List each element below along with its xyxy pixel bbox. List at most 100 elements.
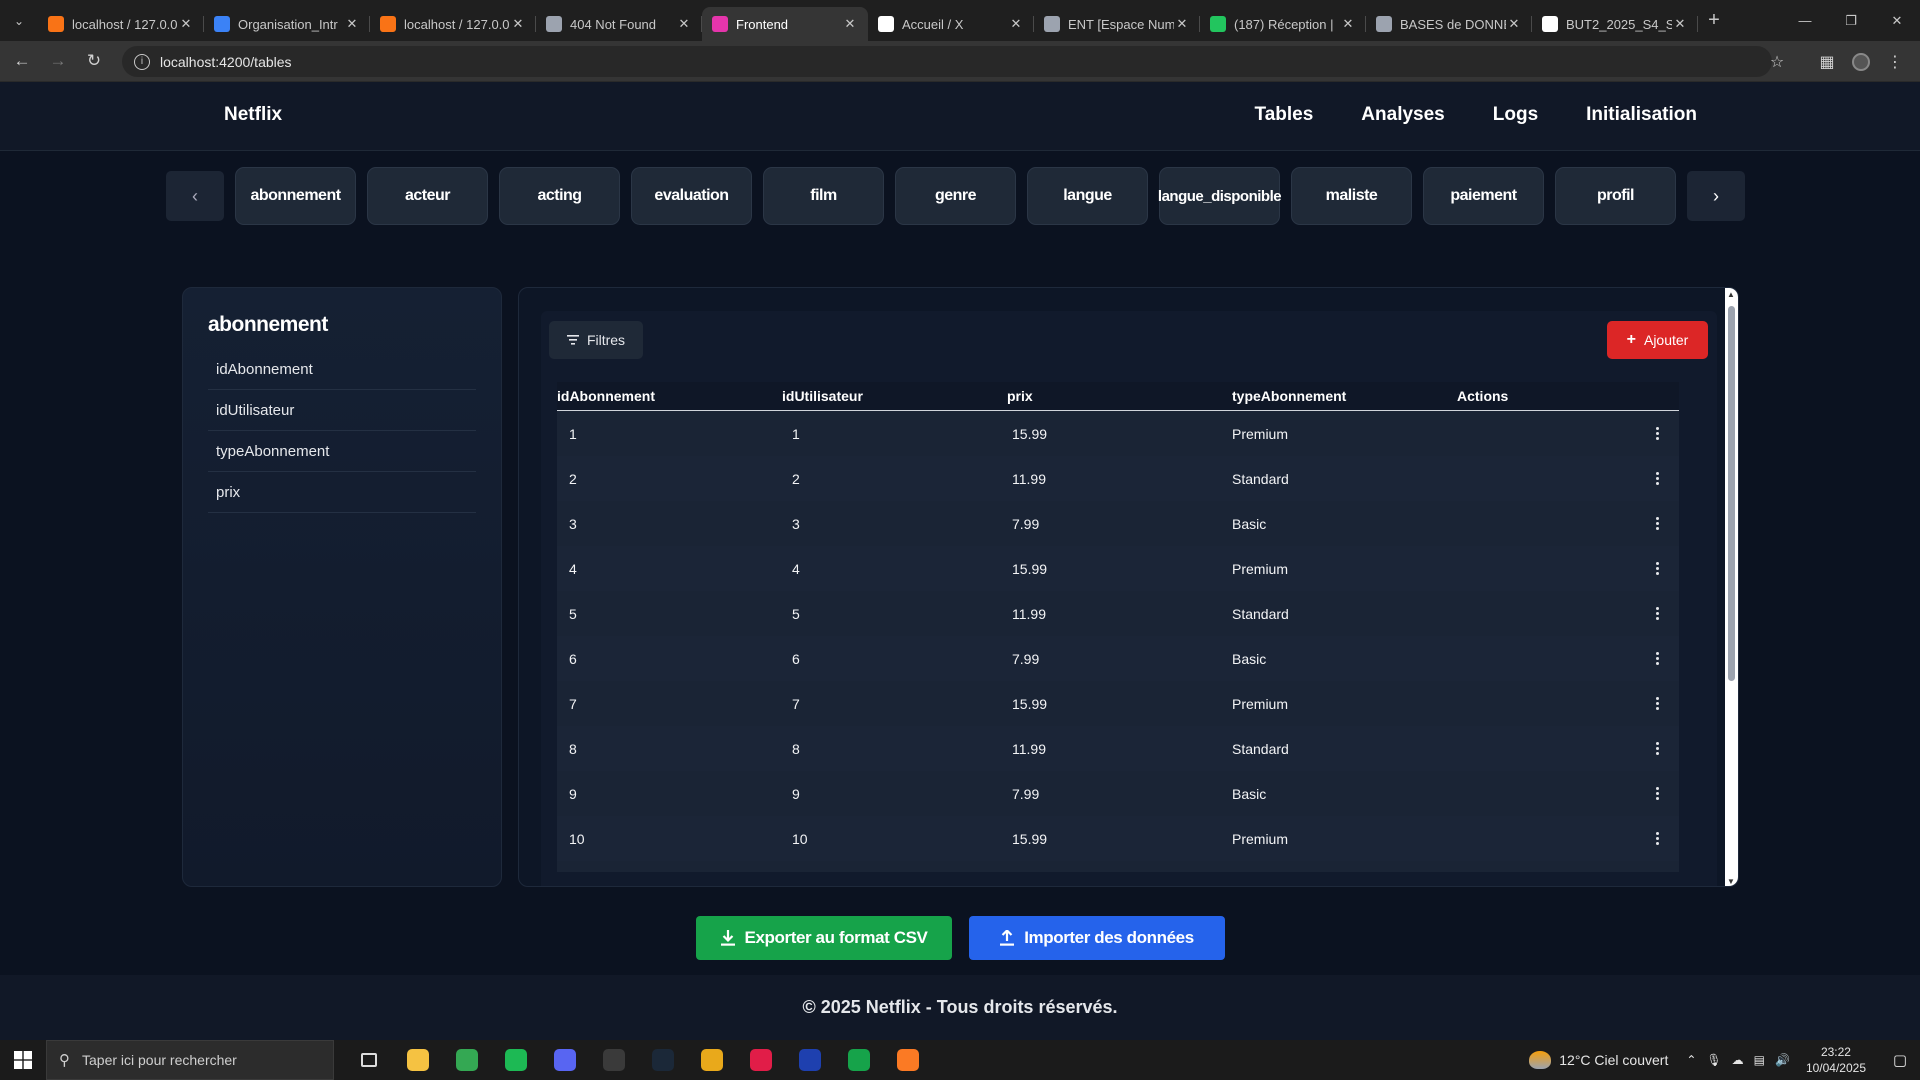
new-tab-button[interactable]: + xyxy=(1698,9,1730,32)
reload-button[interactable]: ↻ xyxy=(76,43,112,79)
close-tab-icon[interactable]: ✕ xyxy=(1174,16,1190,32)
extensions-icon[interactable]: ▦ xyxy=(1810,45,1844,79)
add-button[interactable]: + Ajouter xyxy=(1607,321,1708,359)
more-vertical-icon[interactable] xyxy=(1655,472,1659,485)
scroll-right-button[interactable]: › xyxy=(1687,171,1745,221)
xbox-icon[interactable] xyxy=(589,1040,638,1080)
app-red-icon[interactable] xyxy=(736,1040,785,1080)
scroll-up-arrow-icon[interactable]: ▲ xyxy=(1727,290,1735,299)
export-csv-button[interactable]: Exporter au format CSV xyxy=(696,916,952,960)
more-vertical-icon[interactable] xyxy=(1655,517,1659,530)
browser-tab[interactable]: (187) Réception | ✕ xyxy=(1200,7,1366,41)
table-chip-langue[interactable]: langue xyxy=(1027,167,1148,225)
scroll-left-button[interactable]: ‹ xyxy=(166,171,224,221)
table-chip-film[interactable]: film xyxy=(763,167,884,225)
nav-logs[interactable]: Logs xyxy=(1493,104,1538,126)
table-chip-genre[interactable]: genre xyxy=(895,167,1016,225)
notification-center-icon[interactable]: ▢ xyxy=(1880,1040,1920,1080)
close-tab-icon[interactable]: ✕ xyxy=(1340,16,1356,32)
microphone-icon[interactable]: 🎙 xyxy=(1706,1053,1721,1067)
browser-tab[interactable]: localhost / 127.0.0 ✕ xyxy=(38,7,204,41)
scroll-down-arrow-icon[interactable]: ▼ xyxy=(1727,877,1735,886)
close-tab-icon[interactable]: ✕ xyxy=(344,16,360,32)
close-tab-icon[interactable]: ✕ xyxy=(1008,16,1024,32)
tab-search-button[interactable]: ⌄ xyxy=(0,0,38,41)
minimize-button[interactable]: — xyxy=(1782,0,1828,41)
browser-menu-icon[interactable]: ⋮ xyxy=(1878,45,1912,79)
more-vertical-icon[interactable] xyxy=(1655,427,1659,440)
profile-avatar-icon[interactable] xyxy=(1844,45,1878,79)
browser-tab[interactable]: Frontend ✕ xyxy=(702,7,868,41)
table-row[interactable]: 9 9 7.99 Basic xyxy=(557,771,1679,816)
pycharm-icon[interactable] xyxy=(834,1040,883,1080)
spotify-icon[interactable] xyxy=(491,1040,540,1080)
taskbar-search[interactable]: ⚲ Taper ici pour rechercher xyxy=(46,1040,334,1080)
close-tab-icon[interactable]: ✕ xyxy=(510,16,526,32)
table-row[interactable]: 8 8 11.99 Standard xyxy=(557,726,1679,771)
steam-icon[interactable] xyxy=(638,1040,687,1080)
browser-tab[interactable]: Organisation_Intr ✕ xyxy=(204,7,370,41)
column-header[interactable]: idAbonnement xyxy=(557,388,782,404)
file-explorer-icon[interactable] xyxy=(393,1040,442,1080)
site-info-icon[interactable]: i xyxy=(134,53,150,70)
browser-tab[interactable]: localhost / 127.0.0 ✕ xyxy=(370,7,536,41)
more-vertical-icon[interactable] xyxy=(1655,787,1659,800)
more-vertical-icon[interactable] xyxy=(1655,832,1659,845)
chrome-icon[interactable] xyxy=(442,1040,491,1080)
tray-chevron-up-icon[interactable]: ⌃ xyxy=(1686,1053,1696,1067)
task-view-icon[interactable] xyxy=(344,1040,393,1080)
address-bar[interactable]: i localhost:4200/tables xyxy=(122,46,1772,77)
table-row[interactable]: 6 6 7.99 Basic xyxy=(557,636,1679,681)
table-row[interactable]: 7 7 15.99 Premium xyxy=(557,681,1679,726)
column-header[interactable]: prix xyxy=(1007,388,1232,404)
table-scrollbar[interactable]: ▲ ▼ xyxy=(1725,288,1738,886)
bookmark-star-icon[interactable]: ☆ xyxy=(1760,45,1794,79)
more-vertical-icon[interactable] xyxy=(1655,742,1659,755)
clock[interactable]: 23:22 10/04/2025 xyxy=(1806,1044,1866,1076)
more-vertical-icon[interactable] xyxy=(1655,697,1659,710)
network-icon[interactable]: ▤ xyxy=(1754,1053,1765,1067)
xampp-icon[interactable] xyxy=(883,1040,932,1080)
close-window-button[interactable]: ✕ xyxy=(1874,0,1920,41)
table-chip-paiement[interactable]: paiement xyxy=(1423,167,1544,225)
table-chip-profil[interactable]: profil xyxy=(1555,167,1676,225)
back-button[interactable]: ← xyxy=(4,43,40,79)
nav-initialisation[interactable]: Initialisation xyxy=(1586,104,1697,126)
browser-tab[interactable]: BASES de DONNÉ ✕ xyxy=(1366,7,1532,41)
browser-tab[interactable]: BUT2_2025_S4_S ✕ xyxy=(1532,7,1698,41)
table-row[interactable]: 1 1 15.99 Premium xyxy=(557,411,1679,456)
close-tab-icon[interactable]: ✕ xyxy=(178,16,194,32)
webstorm-icon[interactable] xyxy=(785,1040,834,1080)
browser-tab[interactable]: 404 Not Found ✕ xyxy=(536,7,702,41)
table-chip-abonnement[interactable]: abonnement xyxy=(235,167,356,225)
more-vertical-icon[interactable] xyxy=(1655,607,1659,620)
discord-icon[interactable] xyxy=(540,1040,589,1080)
filters-button[interactable]: Filtres xyxy=(549,321,643,359)
brand-logo[interactable]: Netflix xyxy=(224,104,282,126)
nav-tables[interactable]: Tables xyxy=(1255,104,1314,126)
column-header[interactable]: typeAbonnement xyxy=(1232,388,1457,404)
start-button[interactable] xyxy=(0,1040,46,1080)
table-chip-acteur[interactable]: acteur xyxy=(367,167,488,225)
table-chip-langue_disponible[interactable]: langue_disponible xyxy=(1158,167,1282,225)
more-vertical-icon[interactable] xyxy=(1655,562,1659,575)
close-tab-icon[interactable]: ✕ xyxy=(1506,16,1522,32)
restore-button[interactable]: ❐ xyxy=(1828,0,1874,41)
column-header[interactable]: idUtilisateur xyxy=(782,388,1007,404)
table-row[interactable]: 3 3 7.99 Basic xyxy=(557,501,1679,546)
close-tab-icon[interactable]: ✕ xyxy=(676,16,692,32)
table-row[interactable]: 5 5 11.99 Standard xyxy=(557,591,1679,636)
onedrive-icon[interactable]: ☁ xyxy=(1732,1053,1744,1067)
nav-analyses[interactable]: Analyses xyxy=(1361,104,1444,126)
close-tab-icon[interactable]: ✕ xyxy=(842,16,858,32)
close-tab-icon[interactable]: ✕ xyxy=(1672,16,1688,32)
import-data-button[interactable]: Importer des données xyxy=(969,916,1225,960)
table-row[interactable]: 10 10 15.99 Premium xyxy=(557,816,1679,861)
scrollbar-thumb[interactable] xyxy=(1728,306,1735,681)
table-row[interactable]: 2 2 11.99 Standard xyxy=(557,456,1679,501)
table-row[interactable]: 111111.99Standard xyxy=(557,861,1679,872)
more-vertical-icon[interactable] xyxy=(1655,652,1659,665)
weather-widget[interactable]: 12°C Ciel couvert xyxy=(1529,1051,1668,1069)
table-row[interactable]: 4 4 15.99 Premium xyxy=(557,546,1679,591)
table-chip-acting[interactable]: acting xyxy=(499,167,620,225)
